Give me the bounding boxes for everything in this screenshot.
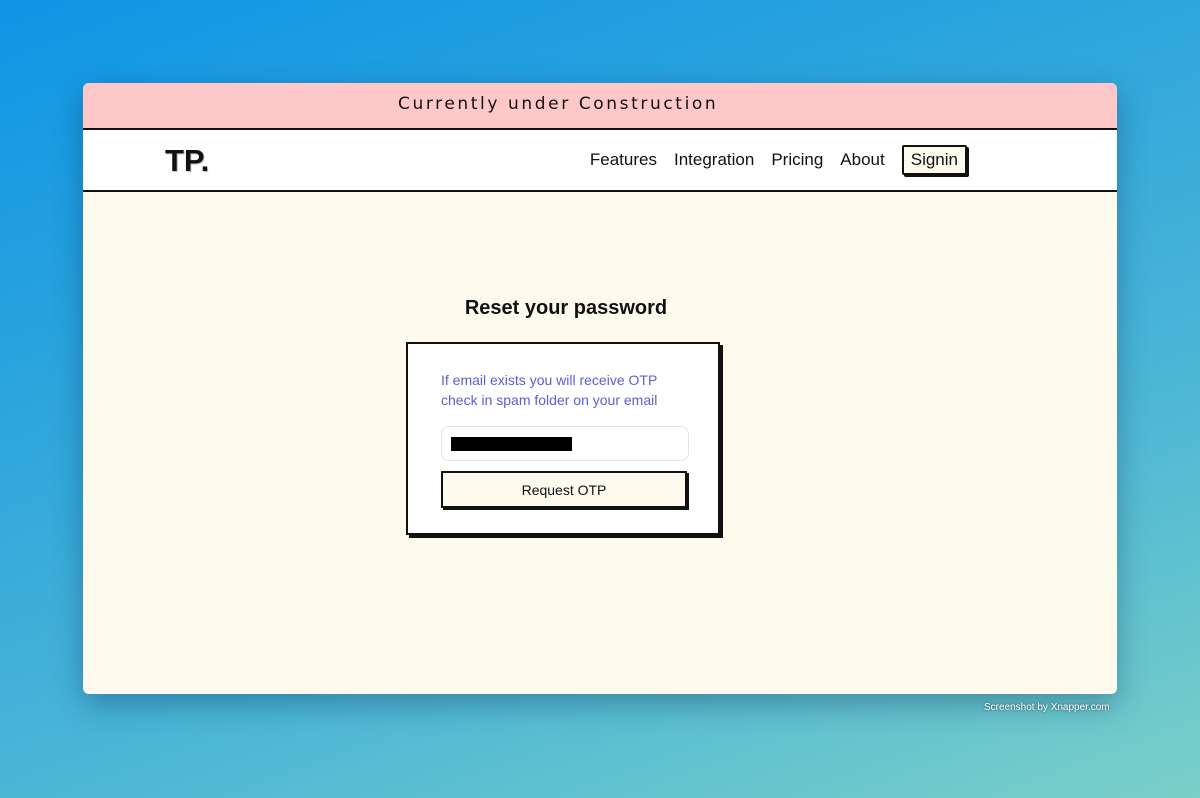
page-title: Reset your password [464, 297, 668, 319]
nav-link-about[interactable]: About [840, 150, 884, 170]
otp-info-line-1: If email exists you will receive OTP [441, 372, 658, 388]
reset-password-card: If email exists you will receive OTP che… [406, 342, 720, 535]
construction-banner: Currently under Construction [83, 83, 1117, 130]
nav-link-features[interactable]: Features [590, 150, 657, 170]
otp-info-line-2: check in spam folder on your email [441, 392, 658, 408]
signin-button[interactable]: Signin [901, 145, 967, 175]
logo[interactable]: TP. [165, 143, 209, 179]
browser-window: Currently under Construction TP. Feature… [83, 83, 1117, 694]
nav-links: Features Integration Pricing About Signi… [573, 145, 967, 175]
top-navbar: TP. Features Integration Pricing About S… [83, 130, 1117, 192]
main-content: Reset your password If email exists you … [83, 192, 1117, 694]
redacted-email-value [451, 437, 572, 451]
nav-link-pricing[interactable]: Pricing [771, 150, 823, 170]
request-otp-button[interactable]: Request OTP [441, 471, 687, 508]
banner-text: Currently under Construction [398, 94, 719, 114]
nav-link-integration[interactable]: Integration [674, 150, 754, 170]
screenshot-watermark: Screenshot by Xnapper.com [984, 702, 1110, 713]
otp-info-message: If email exists you will receive OTP che… [441, 370, 691, 410]
